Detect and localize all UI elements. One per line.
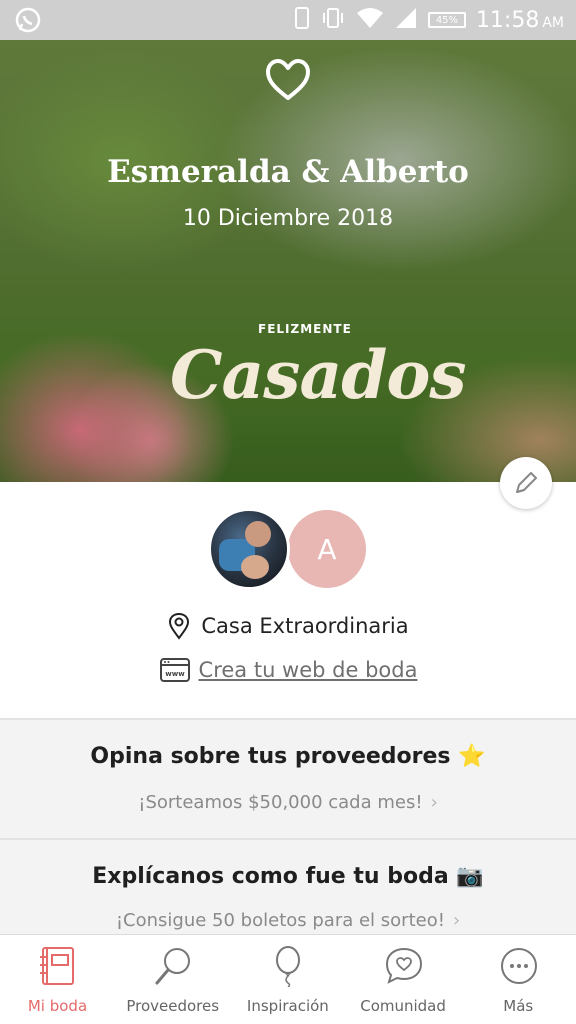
- nav-label: Más: [503, 997, 534, 1015]
- promo-card-wedding-story[interactable]: Explícanos como fue tu boda 📷 ¡Consigue …: [0, 838, 576, 934]
- clock: 11:58 AM: [476, 8, 564, 33]
- stamp-big-text: Casados: [170, 336, 467, 414]
- promo-subtitle: ¡Consigue 50 boletos para el sorteo!: [115, 910, 445, 931]
- couple-photo-avatar[interactable]: [208, 508, 290, 590]
- stamp-small-text: FELIZMENTE: [258, 322, 352, 336]
- balloon-icon: [276, 946, 301, 987]
- wifi-icon: [356, 7, 384, 33]
- whatsapp-icon: [14, 6, 42, 38]
- browser-www-icon: www: [159, 658, 190, 682]
- chevron-right-icon: ›: [452, 910, 461, 931]
- couple-names: Esmeralda & Alberto: [107, 154, 469, 190]
- wedding-website-row[interactable]: www Crea tu web de boda: [0, 655, 576, 685]
- notebook-icon: [40, 947, 74, 985]
- nav-mi-boda[interactable]: Mi boda: [0, 935, 115, 1024]
- location-pin-icon: [169, 612, 190, 640]
- edit-cover-button[interactable]: [500, 457, 552, 509]
- venue-row[interactable]: Casa Extraordinaria: [0, 611, 576, 641]
- photo-detail: [245, 521, 271, 547]
- cover-shade: [0, 40, 576, 482]
- nav-label: Proveedores: [126, 997, 220, 1015]
- create-website-link[interactable]: Crea tu web de boda: [199, 658, 418, 682]
- nav-label: Inspiración: [246, 997, 329, 1015]
- status-bar: 45% 11:58 AM: [0, 0, 576, 40]
- promo-title: Opina sobre tus proveedores ⭐: [90, 744, 486, 769]
- search-icon: [155, 948, 191, 985]
- nav-inspiracion[interactable]: Inspiración: [230, 935, 345, 1024]
- vibrate-icon: [320, 7, 346, 33]
- photo-detail: [241, 555, 269, 579]
- status-icons: 45% 11:58 AM: [294, 0, 564, 40]
- svg-text:www: www: [165, 670, 185, 678]
- battery-icon: 45%: [427, 12, 466, 28]
- promo-subtitle-row: ¡Sorteamos $50,000 cada mes! ›: [0, 792, 576, 813]
- time: 11:58: [475, 7, 540, 33]
- signal-icon: [394, 7, 418, 33]
- promo-card-reviews[interactable]: Opina sobre tus proveedores ⭐ ¡Sorteamos…: [0, 718, 576, 838]
- promo-subtitle: ¡Sorteamos $50,000 cada mes!: [138, 792, 423, 813]
- wedding-cover: Esmeralda & Alberto 10 Diciembre 2018 FE…: [0, 40, 576, 482]
- nav-label: Mi boda: [27, 997, 88, 1015]
- wedding-date: 10 Diciembre 2018: [182, 206, 394, 231]
- more-icon: [500, 948, 537, 984]
- phone-icon: [294, 6, 310, 34]
- venue-name: Casa Extraordinaria: [201, 614, 409, 638]
- pencil-icon: [516, 472, 537, 493]
- app-root: 45% 11:58 AM Esmeralda & Alberto 10 Dicie…: [0, 0, 576, 1024]
- chat-heart-icon: [385, 947, 422, 984]
- nav-mas[interactable]: Más: [461, 935, 576, 1024]
- chevron-right-icon: ›: [430, 792, 438, 813]
- bottom-navigation: Mi boda Proveedores Inspiración Comunida…: [0, 934, 576, 1024]
- nav-comunidad[interactable]: Comunidad: [346, 935, 461, 1024]
- nav-label: Comunidad: [360, 997, 446, 1015]
- nav-proveedores[interactable]: Proveedores: [115, 935, 230, 1024]
- partner-avatar[interactable]: A: [288, 510, 366, 588]
- heart-icon: [266, 59, 310, 100]
- couple-avatars: A: [208, 508, 368, 590]
- promo-title: Explícanos como fue tu boda 📷: [92, 864, 484, 889]
- battery-level: 45%: [435, 14, 459, 26]
- promo-subtitle-row: ¡Consigue 50 boletos para el sorteo! ›: [0, 910, 576, 931]
- time-ampm: AM: [542, 14, 564, 31]
